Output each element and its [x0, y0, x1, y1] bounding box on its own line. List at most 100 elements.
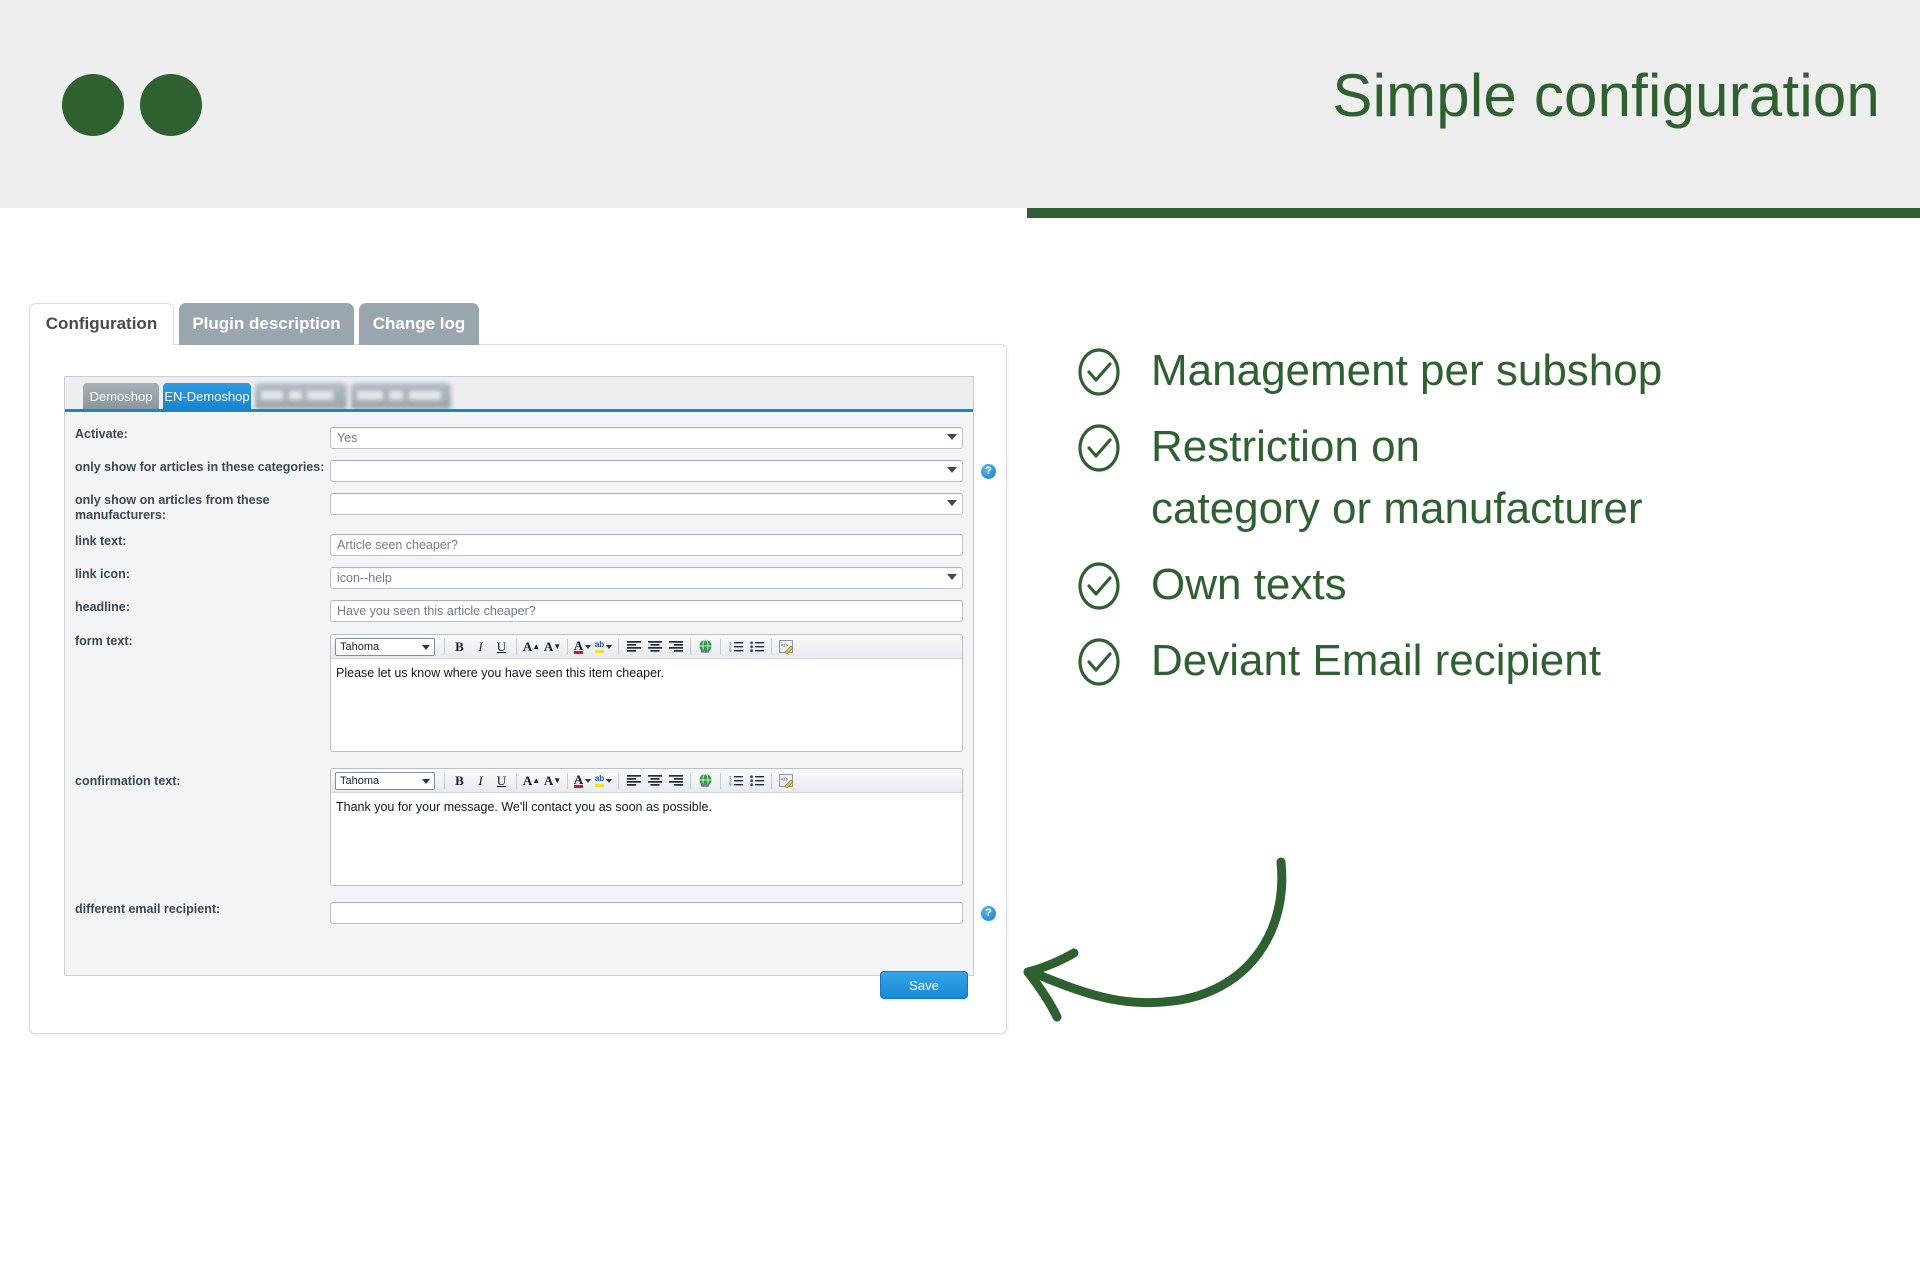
help-icon[interactable]: ?	[981, 464, 996, 479]
increase-font-size-icon[interactable]: A ▲	[521, 637, 542, 657]
subshop-tab-blurred-2[interactable]	[351, 383, 451, 409]
tab-panel: Demoshop EN-Demoshop Activate: Yes only …	[29, 344, 1007, 1034]
field-label: different email recipient:	[75, 902, 221, 916]
align-right-icon[interactable]	[665, 771, 686, 791]
toolbar-divider	[444, 638, 445, 655]
page-title: Simple configuration	[1332, 62, 1880, 129]
align-center-icon[interactable]	[644, 771, 665, 791]
form-text-content[interactable]: Please let us know where you have seen t…	[331, 659, 962, 751]
headline-input[interactable]: Have you seen this article cheaper?	[330, 600, 963, 622]
chevron-down-icon	[947, 574, 957, 580]
ordered-list-icon[interactable]: 123	[725, 637, 746, 657]
align-right-icon[interactable]	[665, 637, 686, 657]
field-label: link icon:	[75, 567, 130, 581]
shop-config-form: Demoshop EN-Demoshop Activate: Yes only …	[64, 376, 996, 976]
align-left-icon[interactable]	[623, 771, 644, 791]
field-label: form text:	[75, 634, 133, 648]
check-circle-icon	[1075, 348, 1123, 396]
bold-icon[interactable]: B	[449, 771, 470, 791]
edit-source-icon[interactable]: </>	[776, 771, 797, 791]
chevron-down-icon	[422, 644, 430, 650]
feature-label-continued: category or manufacturer	[1151, 484, 1643, 533]
decrease-font-size-icon[interactable]: A ▼	[542, 637, 563, 657]
toolbar-divider	[567, 772, 568, 789]
toolbar-divider	[516, 772, 517, 789]
align-center-icon[interactable]	[644, 637, 665, 657]
field-label: only show on articles from these manufac…	[75, 493, 270, 522]
field-row-form-text: form text: Tahoma B I U A ▲ A ▼ A ab 1 2…	[65, 634, 973, 752]
highlight-color-icon[interactable]: ab	[593, 637, 614, 657]
chevron-down-icon	[947, 500, 957, 506]
increase-font-size-icon[interactable]: A ▲	[521, 771, 542, 791]
logo	[62, 74, 202, 140]
toolbar-divider	[720, 638, 721, 655]
italic-icon[interactable]: I	[470, 637, 491, 657]
save-button[interactable]: Save	[880, 971, 968, 999]
chevron-down-icon	[422, 778, 430, 784]
svg-text:</>: </>	[781, 777, 788, 783]
tab-plugin-description[interactable]: Plugin description	[179, 303, 354, 345]
email-recipient-input[interactable]	[330, 902, 963, 924]
form-text-editor[interactable]: Tahoma B I U A ▲ A ▼ A ab 1 2 3 </> Plea…	[330, 634, 963, 752]
plugin-config-screenshot: Configuration Plugin description Change …	[29, 303, 1009, 1038]
ordered-list-icon[interactable]: 123	[725, 771, 746, 791]
help-icon[interactable]: ?	[981, 906, 996, 921]
subshop-tab-blurred-1[interactable]	[255, 383, 347, 409]
list-item: Deviant Email recipient	[1075, 630, 1905, 692]
subshop-tab-en-demoshop[interactable]: EN-Demoshop	[163, 383, 251, 409]
edit-source-icon[interactable]: </>	[776, 637, 797, 657]
field-row-manufacturers: only show on articles from these manufac…	[65, 493, 973, 523]
font-family-select[interactable]: Tahoma	[335, 771, 435, 790]
toolbar-divider	[444, 772, 445, 789]
underline-icon[interactable]: U	[491, 637, 512, 657]
field-label: confirmation text:	[75, 774, 181, 788]
check-circle-icon	[1075, 638, 1123, 686]
svg-text:3: 3	[729, 649, 732, 652]
subshop-tab-demoshop[interactable]: Demoshop	[83, 383, 159, 409]
unordered-list-icon[interactable]	[746, 637, 767, 657]
feature-label: Restriction on	[1151, 422, 1421, 471]
toolbar-divider	[771, 638, 772, 655]
field-row-link-text: link text: Article seen cheaper?	[65, 534, 973, 556]
bold-icon[interactable]: B	[449, 637, 470, 657]
decrease-font-size-icon[interactable]: A ▼	[542, 771, 563, 791]
font-color-icon[interactable]: A	[572, 637, 593, 657]
curved-arrow-icon	[1000, 820, 1330, 1055]
unordered-list-icon[interactable]	[746, 771, 767, 791]
field-row-activate: Activate: Yes	[65, 427, 973, 449]
field-row-headline: headline: Have you seen this article che…	[65, 600, 973, 622]
underline-icon[interactable]: U	[491, 771, 512, 791]
font-color-icon[interactable]: A	[572, 771, 593, 791]
insert-link-globe-icon[interactable]	[695, 771, 716, 791]
feature-list: Management per subshop Restriction on ca…	[1075, 340, 1905, 706]
toolbar-divider	[567, 638, 568, 655]
svg-text:3: 3	[729, 783, 732, 786]
italic-icon[interactable]: I	[470, 771, 491, 791]
font-family-value: Tahoma	[340, 774, 380, 787]
manufacturers-select[interactable]	[330, 493, 963, 515]
confirmation-text-editor[interactable]: Tahoma B I U A ▲ A ▼ A ab 1 2 3 </> Than…	[330, 768, 963, 886]
editor-toolbar: Tahoma B I U A ▲ A ▼ A ab 1 2 3 </>	[331, 635, 962, 659]
tab-change-log[interactable]: Change log	[359, 303, 479, 345]
insert-link-globe-icon[interactable]	[695, 637, 716, 657]
align-left-icon[interactable]	[623, 637, 644, 657]
field-row-link-icon: link icon: icon--help	[65, 567, 973, 589]
font-family-select[interactable]: Tahoma	[335, 637, 435, 656]
header-accent-bar	[1027, 208, 1920, 218]
font-family-value: Tahoma	[340, 640, 380, 653]
field-label: headline:	[75, 600, 130, 614]
page-header: Simple configuration	[0, 0, 1920, 208]
categories-select[interactable]	[330, 460, 963, 482]
confirmation-text-content[interactable]: Thank you for your message. We'll contac…	[331, 793, 962, 885]
tab-configuration[interactable]: Configuration	[29, 303, 174, 345]
chevron-down-icon	[947, 434, 957, 440]
toolbar-divider	[720, 772, 721, 789]
highlight-color-icon[interactable]: ab	[593, 771, 614, 791]
list-item: Restriction on category or manufacturer	[1075, 416, 1905, 540]
activate-select[interactable]: Yes	[330, 427, 963, 449]
link-icon-select[interactable]: icon--help	[330, 567, 963, 589]
toolbar-divider	[690, 772, 691, 789]
field-row-categories: only show for articles in these categori…	[65, 460, 996, 482]
toolbar-divider	[618, 772, 619, 789]
link-text-input[interactable]: Article seen cheaper?	[330, 534, 963, 556]
